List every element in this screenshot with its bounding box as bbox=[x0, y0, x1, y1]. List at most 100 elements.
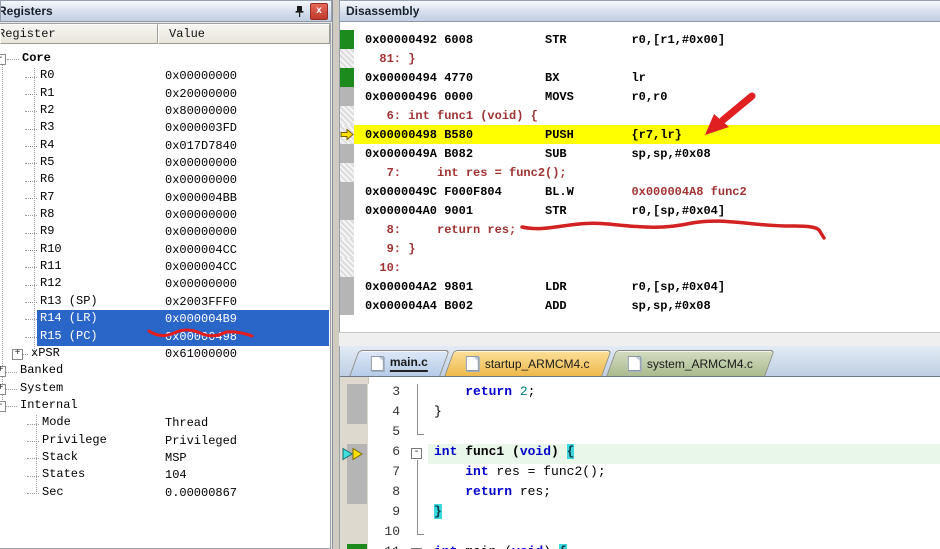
disassembly-line[interactable]: 0x00000498 B580 PUSH {r7,lr} bbox=[340, 125, 940, 144]
register-row-r10[interactable]: R100x000004CC bbox=[0, 242, 330, 259]
source-line-7[interactable]: 7 int res = func2(); bbox=[340, 464, 940, 484]
code-text[interactable]: int func1 (void) { bbox=[428, 444, 940, 464]
register-row-r3[interactable]: R30x000003FD bbox=[0, 120, 330, 137]
disassembly-line[interactable]: 10: bbox=[340, 258, 940, 277]
line-margin[interactable] bbox=[340, 424, 368, 444]
execution-coverage-marker[interactable] bbox=[340, 182, 354, 201]
code-text[interactable]: return res; bbox=[428, 484, 940, 504]
fold-margin[interactable] bbox=[408, 524, 428, 544]
code-text[interactable]: int res = func2(); bbox=[428, 464, 940, 484]
disassembly-line[interactable]: 0x00000492 6008 STR r0,[r1,#0x00] bbox=[340, 30, 940, 49]
source-line-9[interactable]: 9} bbox=[340, 504, 940, 524]
line-margin[interactable] bbox=[340, 384, 368, 404]
execution-coverage-marker[interactable] bbox=[340, 106, 354, 125]
register-row-states[interactable]: States104 bbox=[0, 467, 330, 484]
fold-margin[interactable] bbox=[408, 484, 428, 504]
source-line-11[interactable]: 11-int main (void) { bbox=[340, 544, 940, 549]
register-row-core[interactable]: -Core bbox=[0, 51, 330, 68]
source-line-6[interactable]: 6-int func1 (void) { bbox=[340, 444, 940, 464]
register-row-privilege[interactable]: PrivilegePrivileged bbox=[0, 433, 330, 450]
code-text[interactable] bbox=[428, 524, 940, 544]
register-row-r13-sp-[interactable]: R13 (SP)0x2003FFF0 bbox=[0, 294, 330, 311]
disassembly-line[interactable]: 6: int func1 (void) { bbox=[340, 106, 940, 125]
register-row-r7[interactable]: R70x000004BB bbox=[0, 190, 330, 207]
register-row-r0[interactable]: R00x00000000 bbox=[0, 68, 330, 85]
execution-coverage-marker[interactable] bbox=[340, 144, 354, 163]
execution-coverage-marker[interactable] bbox=[340, 163, 354, 182]
register-row-stack[interactable]: StackMSP bbox=[0, 450, 330, 467]
line-margin[interactable] bbox=[340, 504, 368, 524]
disassembly-line[interactable]: 8: return res; bbox=[340, 220, 940, 239]
execution-coverage-marker[interactable] bbox=[340, 87, 354, 106]
source-editor-body[interactable]: 3 return 2;4}56-int func1 (void) {7 int … bbox=[340, 377, 940, 549]
register-row-r9[interactable]: R90x00000000 bbox=[0, 224, 330, 241]
column-header-value[interactable]: Value bbox=[158, 24, 330, 44]
disassembly-line[interactable]: 0x0000049A B082 SUB sp,sp,#0x08 bbox=[340, 144, 940, 163]
execution-coverage-marker[interactable] bbox=[340, 220, 354, 239]
register-row-banked[interactable]: +Banked bbox=[0, 363, 330, 380]
register-row-r4[interactable]: R40x017D7840 bbox=[0, 138, 330, 155]
fold-margin[interactable] bbox=[408, 504, 428, 524]
fold-margin[interactable] bbox=[408, 464, 428, 484]
execution-coverage-marker[interactable] bbox=[340, 239, 354, 258]
code-text[interactable]: } bbox=[428, 404, 940, 424]
register-row-system[interactable]: +System bbox=[0, 381, 330, 398]
register-row-r8[interactable]: R80x00000000 bbox=[0, 207, 330, 224]
line-margin[interactable] bbox=[340, 464, 368, 484]
pin-icon[interactable] bbox=[291, 4, 307, 19]
register-row-r5[interactable]: R50x00000000 bbox=[0, 155, 330, 172]
disassembly-line[interactable]: 0x000004A2 9801 LDR r0,[sp,#0x04] bbox=[340, 277, 940, 296]
close-icon[interactable]: x bbox=[310, 3, 328, 20]
tree-expander-icon[interactable]: - bbox=[0, 401, 6, 412]
disassembly-scroll-strip[interactable] bbox=[339, 332, 940, 346]
disassembly-line[interactable]: 81: } bbox=[340, 49, 940, 68]
tree-expander-icon[interactable]: + bbox=[0, 384, 6, 395]
disassembly-line[interactable]: 7: int res = func2(); bbox=[340, 163, 940, 182]
register-row-mode[interactable]: ModeThread bbox=[0, 415, 330, 432]
disassembly-line[interactable]: 0x00000496 0000 MOVS r0,r0 bbox=[340, 87, 940, 106]
disassembly-line[interactable]: 0x00000494 4770 BX lr bbox=[340, 68, 940, 87]
code-text[interactable]: return 2; bbox=[428, 384, 940, 404]
register-row-r12[interactable]: R120x00000000 bbox=[0, 276, 330, 293]
register-row-sec[interactable]: Sec0.00000867 bbox=[0, 485, 330, 502]
line-margin[interactable] bbox=[340, 404, 368, 424]
register-row-internal[interactable]: -Internal bbox=[0, 398, 330, 415]
line-margin[interactable] bbox=[340, 484, 368, 504]
execution-coverage-marker[interactable] bbox=[340, 201, 354, 220]
disassembly-line[interactable]: 0x000004A0 9001 STR r0,[sp,#0x04] bbox=[340, 201, 940, 220]
register-row-r1[interactable]: R10x20000000 bbox=[0, 86, 330, 103]
execution-coverage-marker[interactable] bbox=[340, 68, 354, 87]
fold-margin[interactable] bbox=[408, 404, 428, 424]
disassembly-line[interactable]: 9: } bbox=[340, 239, 940, 258]
fold-margin[interactable]: - bbox=[408, 444, 428, 464]
disassembly-line[interactable]: 0x0000049C F000F804 BL.W 0x000004A8 func… bbox=[340, 182, 940, 201]
tab-main-c[interactable]: main.c bbox=[349, 350, 449, 376]
tab-startup-armcm4-c[interactable]: startup_ARMCM4.c bbox=[444, 350, 611, 376]
fold-margin[interactable] bbox=[408, 384, 428, 404]
register-row-r2[interactable]: R20x80000000 bbox=[0, 103, 330, 120]
disassembly-line[interactable]: 0x000004A4 B002 ADD sp,sp,#0x08 bbox=[340, 296, 940, 315]
line-margin[interactable] bbox=[340, 444, 368, 464]
register-row-r6[interactable]: R60x00000000 bbox=[0, 172, 330, 189]
source-line-8[interactable]: 8 return res; bbox=[340, 484, 940, 504]
source-line-5[interactable]: 5 bbox=[340, 424, 940, 444]
register-row-r15-pc-[interactable]: R15 (PC)0x00000498 bbox=[0, 329, 330, 346]
register-row-r14-lr-[interactable]: R14 (LR)0x000004B9 bbox=[0, 311, 330, 328]
tree-expander-icon[interactable]: - bbox=[0, 54, 6, 65]
source-line-10[interactable]: 10 bbox=[340, 524, 940, 544]
tab-system-armcm4-c[interactable]: system_ARMCM4.c bbox=[606, 350, 774, 376]
fold-collapse-icon[interactable]: - bbox=[411, 448, 422, 459]
tree-expander-icon[interactable]: + bbox=[12, 349, 23, 360]
line-margin[interactable] bbox=[340, 544, 368, 549]
code-text[interactable] bbox=[428, 424, 940, 444]
execution-coverage-marker[interactable] bbox=[340, 258, 354, 277]
line-margin[interactable] bbox=[340, 524, 368, 544]
code-text[interactable]: int main (void) { bbox=[428, 544, 940, 549]
code-text[interactable]: } bbox=[428, 504, 940, 524]
fold-margin[interactable]: - bbox=[408, 544, 428, 549]
tree-expander-icon[interactable]: + bbox=[0, 366, 6, 377]
execution-coverage-marker[interactable] bbox=[340, 296, 354, 315]
disassembly-body[interactable]: 0x00000492 6008 STR r0,[r1,#0x00] 81: }0… bbox=[339, 22, 940, 333]
execution-coverage-marker[interactable] bbox=[340, 49, 354, 68]
execution-coverage-marker[interactable] bbox=[340, 30, 354, 49]
